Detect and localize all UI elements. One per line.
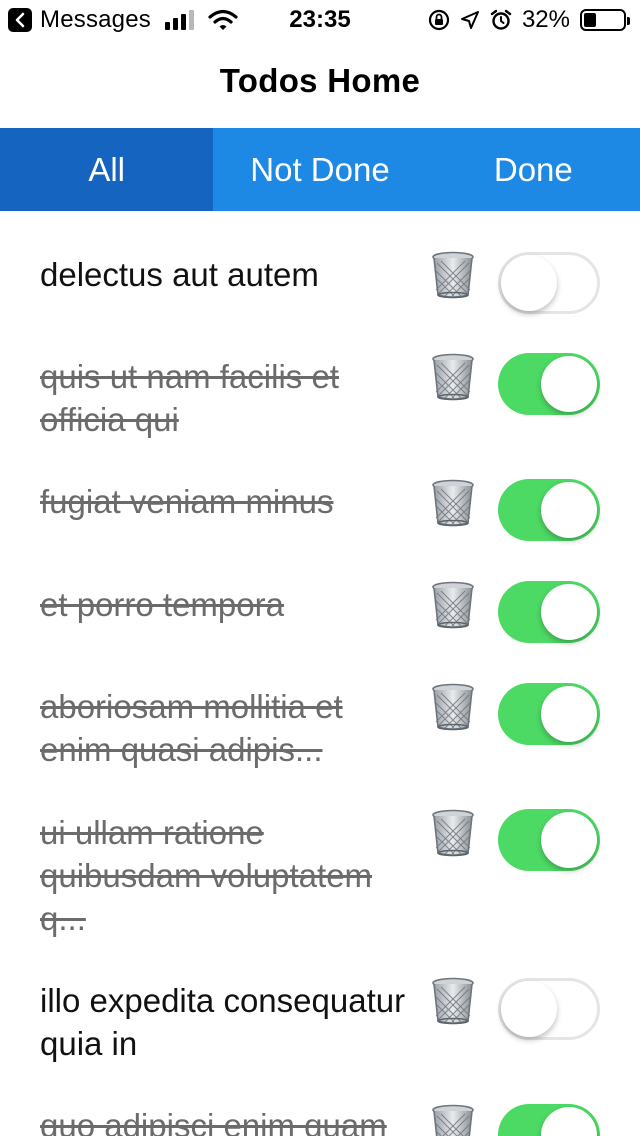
trash-icon[interactable]: [430, 581, 476, 629]
status-right-group: 32%: [428, 6, 630, 34]
todo-text: illo expedita consequatur quia in: [40, 982, 406, 1062]
back-app-label: Messages: [40, 6, 151, 33]
done-toggle[interactable]: [498, 809, 600, 871]
orientation-lock-icon: [428, 9, 450, 31]
back-chevron-icon: [8, 8, 32, 32]
done-toggle[interactable]: [498, 479, 600, 541]
location-arrow-icon: [460, 11, 479, 29]
battery-icon: [580, 9, 630, 31]
page-title: Todos Home: [219, 62, 421, 99]
tab-all[interactable]: All: [0, 128, 214, 211]
trash-icon[interactable]: [430, 809, 476, 857]
trash-icon[interactable]: [430, 683, 476, 731]
battery-percent: 32%: [521, 6, 570, 33]
wifi-icon: [208, 9, 238, 30]
trash-icon[interactable]: [430, 1104, 476, 1136]
navigation-header: Todos Home: [0, 40, 640, 128]
todo-text: quis ut nam facilis et officia qui: [40, 358, 339, 438]
done-toggle[interactable]: [498, 252, 600, 314]
filter-tabs: All Not Done Done: [0, 128, 640, 211]
trash-icon[interactable]: [430, 353, 476, 401]
todo-text: fugiat veniam minus: [40, 483, 334, 520]
status-bar: Messages 23:35 32%: [0, 0, 640, 40]
done-toggle[interactable]: [498, 683, 600, 745]
back-to-app[interactable]: Messages: [8, 6, 238, 34]
trash-icon[interactable]: [430, 977, 476, 1025]
trash-icon[interactable]: [430, 251, 476, 299]
todo-text: aboriosam mollitia et enim quasi adipis.…: [40, 688, 343, 768]
done-toggle[interactable]: [498, 1104, 600, 1136]
todo-text: et porro tempora: [40, 586, 284, 623]
done-toggle[interactable]: [498, 978, 600, 1040]
cellular-signal-icon: [164, 10, 194, 30]
todo-list: delectus aut autem quis ut nam facilis e…: [0, 211, 640, 1136]
tab-done[interactable]: Done: [427, 128, 640, 211]
todo-text: ui ullam ratione quibusdam voluptatem q.…: [40, 814, 373, 937]
tab-not-done[interactable]: Not Done: [213, 128, 426, 211]
todo-text: delectus aut autem: [40, 256, 319, 293]
done-toggle[interactable]: [498, 353, 600, 415]
trash-icon[interactable]: [430, 479, 476, 527]
alarm-clock-icon: [490, 9, 512, 30]
todo-text: quo adipisci enim quam: [40, 1107, 387, 1136]
done-toggle[interactable]: [498, 581, 600, 643]
